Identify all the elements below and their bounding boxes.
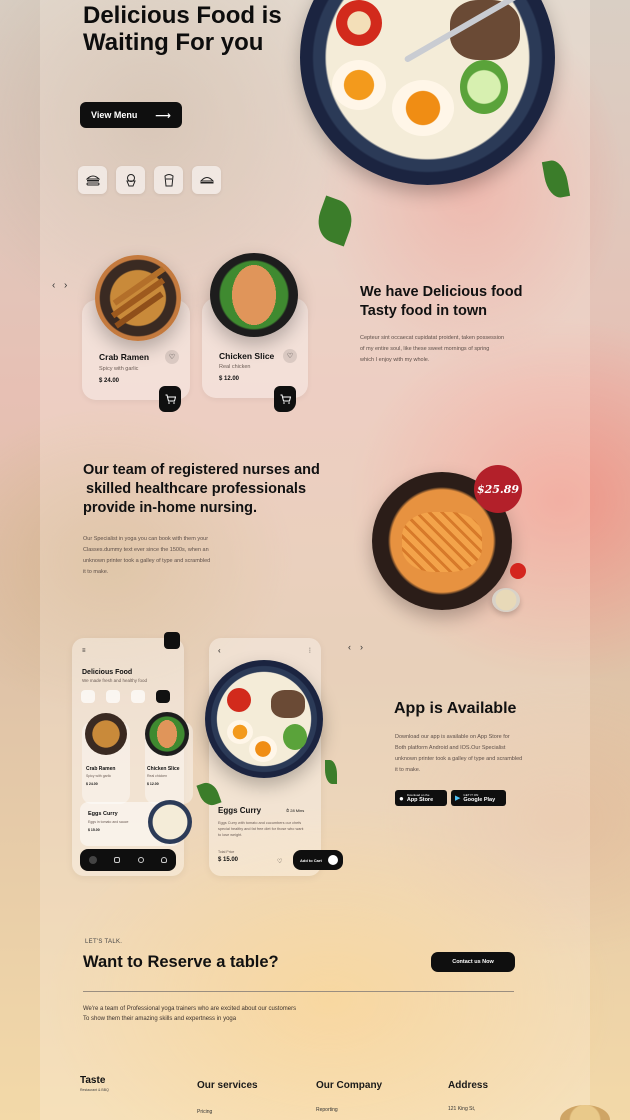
arrow-right-icon: ⟶: [155, 109, 171, 122]
total-price: $ 15.00: [218, 857, 239, 863]
cook-time: ⏱ 28 Mins: [286, 808, 305, 813]
reserve-heading: Want to Reserve a table?: [83, 953, 279, 971]
hamburger-menu-icon[interactable]: ≡: [82, 648, 86, 654]
cart-icon[interactable]: [164, 632, 180, 649]
card-title: Chicken Slice: [219, 351, 275, 361]
add-to-cart-button[interactable]: Add to Cart: [293, 850, 343, 870]
footer-link[interactable]: Reporting: [316, 1107, 338, 1113]
dish-icon[interactable]: [156, 690, 170, 703]
more-options-icon[interactable]: ⋮: [307, 647, 313, 654]
plus-icon: [328, 855, 338, 865]
category-row: [78, 166, 221, 194]
bag-icon[interactable]: [114, 857, 121, 863]
footer-address: 121 King St,: [448, 1106, 476, 1112]
footer-services-title: Our services: [197, 1080, 258, 1091]
card-subtitle: Spicy with garlic: [99, 366, 139, 372]
ice-cream-icon[interactable]: [106, 690, 120, 703]
home-icon[interactable]: [88, 856, 97, 864]
about-heading: We have Delicious food Tasty food in tow…: [360, 284, 523, 319]
carousel-prev-icon[interactable]: ‹: [348, 642, 351, 652]
reserve-kicker: LET'S TALK.: [85, 939, 123, 945]
footer-link[interactable]: Pricing: [197, 1109, 212, 1115]
card-title: Crab Ramen: [99, 352, 150, 362]
chicken-slice-plate: [210, 253, 298, 337]
mini-food-card[interactable]: Crab Ramen Spicy with garlic $ 24.00: [82, 713, 130, 804]
sauce-bowl: [492, 588, 520, 612]
dish-icon[interactable]: [192, 166, 221, 194]
burger-icon[interactable]: [81, 690, 95, 703]
about-paragraph: Cepteur sint occaecat cupidatat proident…: [360, 335, 505, 363]
app-paragraph: Download our app is available on App Sto…: [395, 734, 523, 773]
footer-brand-sub: Restaurant & BBQ: [80, 1088, 109, 1092]
card-price: $ 12.00: [219, 376, 240, 382]
cart-icon[interactable]: [159, 386, 181, 412]
bottom-nav-bar: [80, 849, 176, 871]
footer-brand[interactable]: Taste: [80, 1075, 105, 1086]
card-price: $ 24.00: [99, 378, 120, 384]
footer-company-title: Our Company: [316, 1080, 383, 1091]
menu-subtitle: We made fresh and healthy food: [82, 678, 147, 683]
team-paragraph: Our Specialist in yoga you can book with…: [83, 536, 211, 575]
team-heading: Our team of registered nurses and skille…: [83, 462, 320, 516]
profile-icon[interactable]: [161, 857, 168, 863]
eggs-curry-plate: [148, 800, 192, 844]
carousel-next-icon[interactable]: ›: [64, 280, 67, 291]
phone-menu-mockup: ≡ Delicious Food We made fresh and healt…: [72, 638, 193, 876]
heart-icon[interactable]: ♡: [283, 349, 297, 363]
view-menu-button[interactable]: View Menu ⟶: [80, 102, 182, 128]
back-arrow-icon[interactable]: ‹: [218, 646, 221, 655]
play-icon: ▶: [455, 795, 461, 802]
location-icon[interactable]: [137, 857, 144, 863]
cart-icon[interactable]: [274, 386, 296, 412]
tomato-decoration: [510, 563, 526, 579]
menu-title: Delicious Food: [82, 669, 133, 676]
app-heading: App is Available: [394, 700, 517, 717]
contact-us-button[interactable]: Contact us Now: [431, 952, 515, 972]
total-label: Total Price: [218, 850, 235, 854]
card-subtitle: Real chicken: [219, 364, 251, 370]
heart-icon[interactable]: ♡: [165, 350, 179, 364]
detail-description: Eggs Curry with tomato and cucumbers our…: [218, 821, 304, 837]
view-menu-label: View Menu: [91, 110, 138, 120]
crab-ramen-plate: [95, 255, 181, 341]
detail-food-bowl: [205, 660, 323, 778]
price-badge: $25.89: [474, 465, 522, 513]
ice-cream-icon[interactable]: [116, 166, 145, 194]
google-play-button[interactable]: ▶ GET IT ON Google Play: [451, 790, 506, 806]
carousel-next-icon[interactable]: ›: [360, 642, 363, 652]
carousel-prev-icon[interactable]: ‹: [52, 280, 55, 291]
burger-icon[interactable]: [78, 166, 107, 194]
apple-icon: ●: [399, 793, 404, 803]
drink-icon[interactable]: [131, 690, 145, 703]
mini-food-card[interactable]: Chicken Slice Real chicken $ 12.00: [145, 712, 193, 804]
divider: [83, 991, 514, 992]
reserve-paragraph: We're a team of Professional yoga traine…: [83, 1006, 297, 1022]
footer-address-title: Address: [448, 1080, 489, 1091]
drink-icon[interactable]: [154, 166, 183, 194]
heart-icon[interactable]: ♡: [277, 858, 282, 865]
detail-title: Eggs Curry: [218, 806, 262, 815]
hero-title: Delicious Food is Waiting For you: [83, 2, 282, 56]
phone-category-row: [81, 690, 170, 703]
app-store-button[interactable]: ● Download on the App Store: [395, 790, 447, 806]
